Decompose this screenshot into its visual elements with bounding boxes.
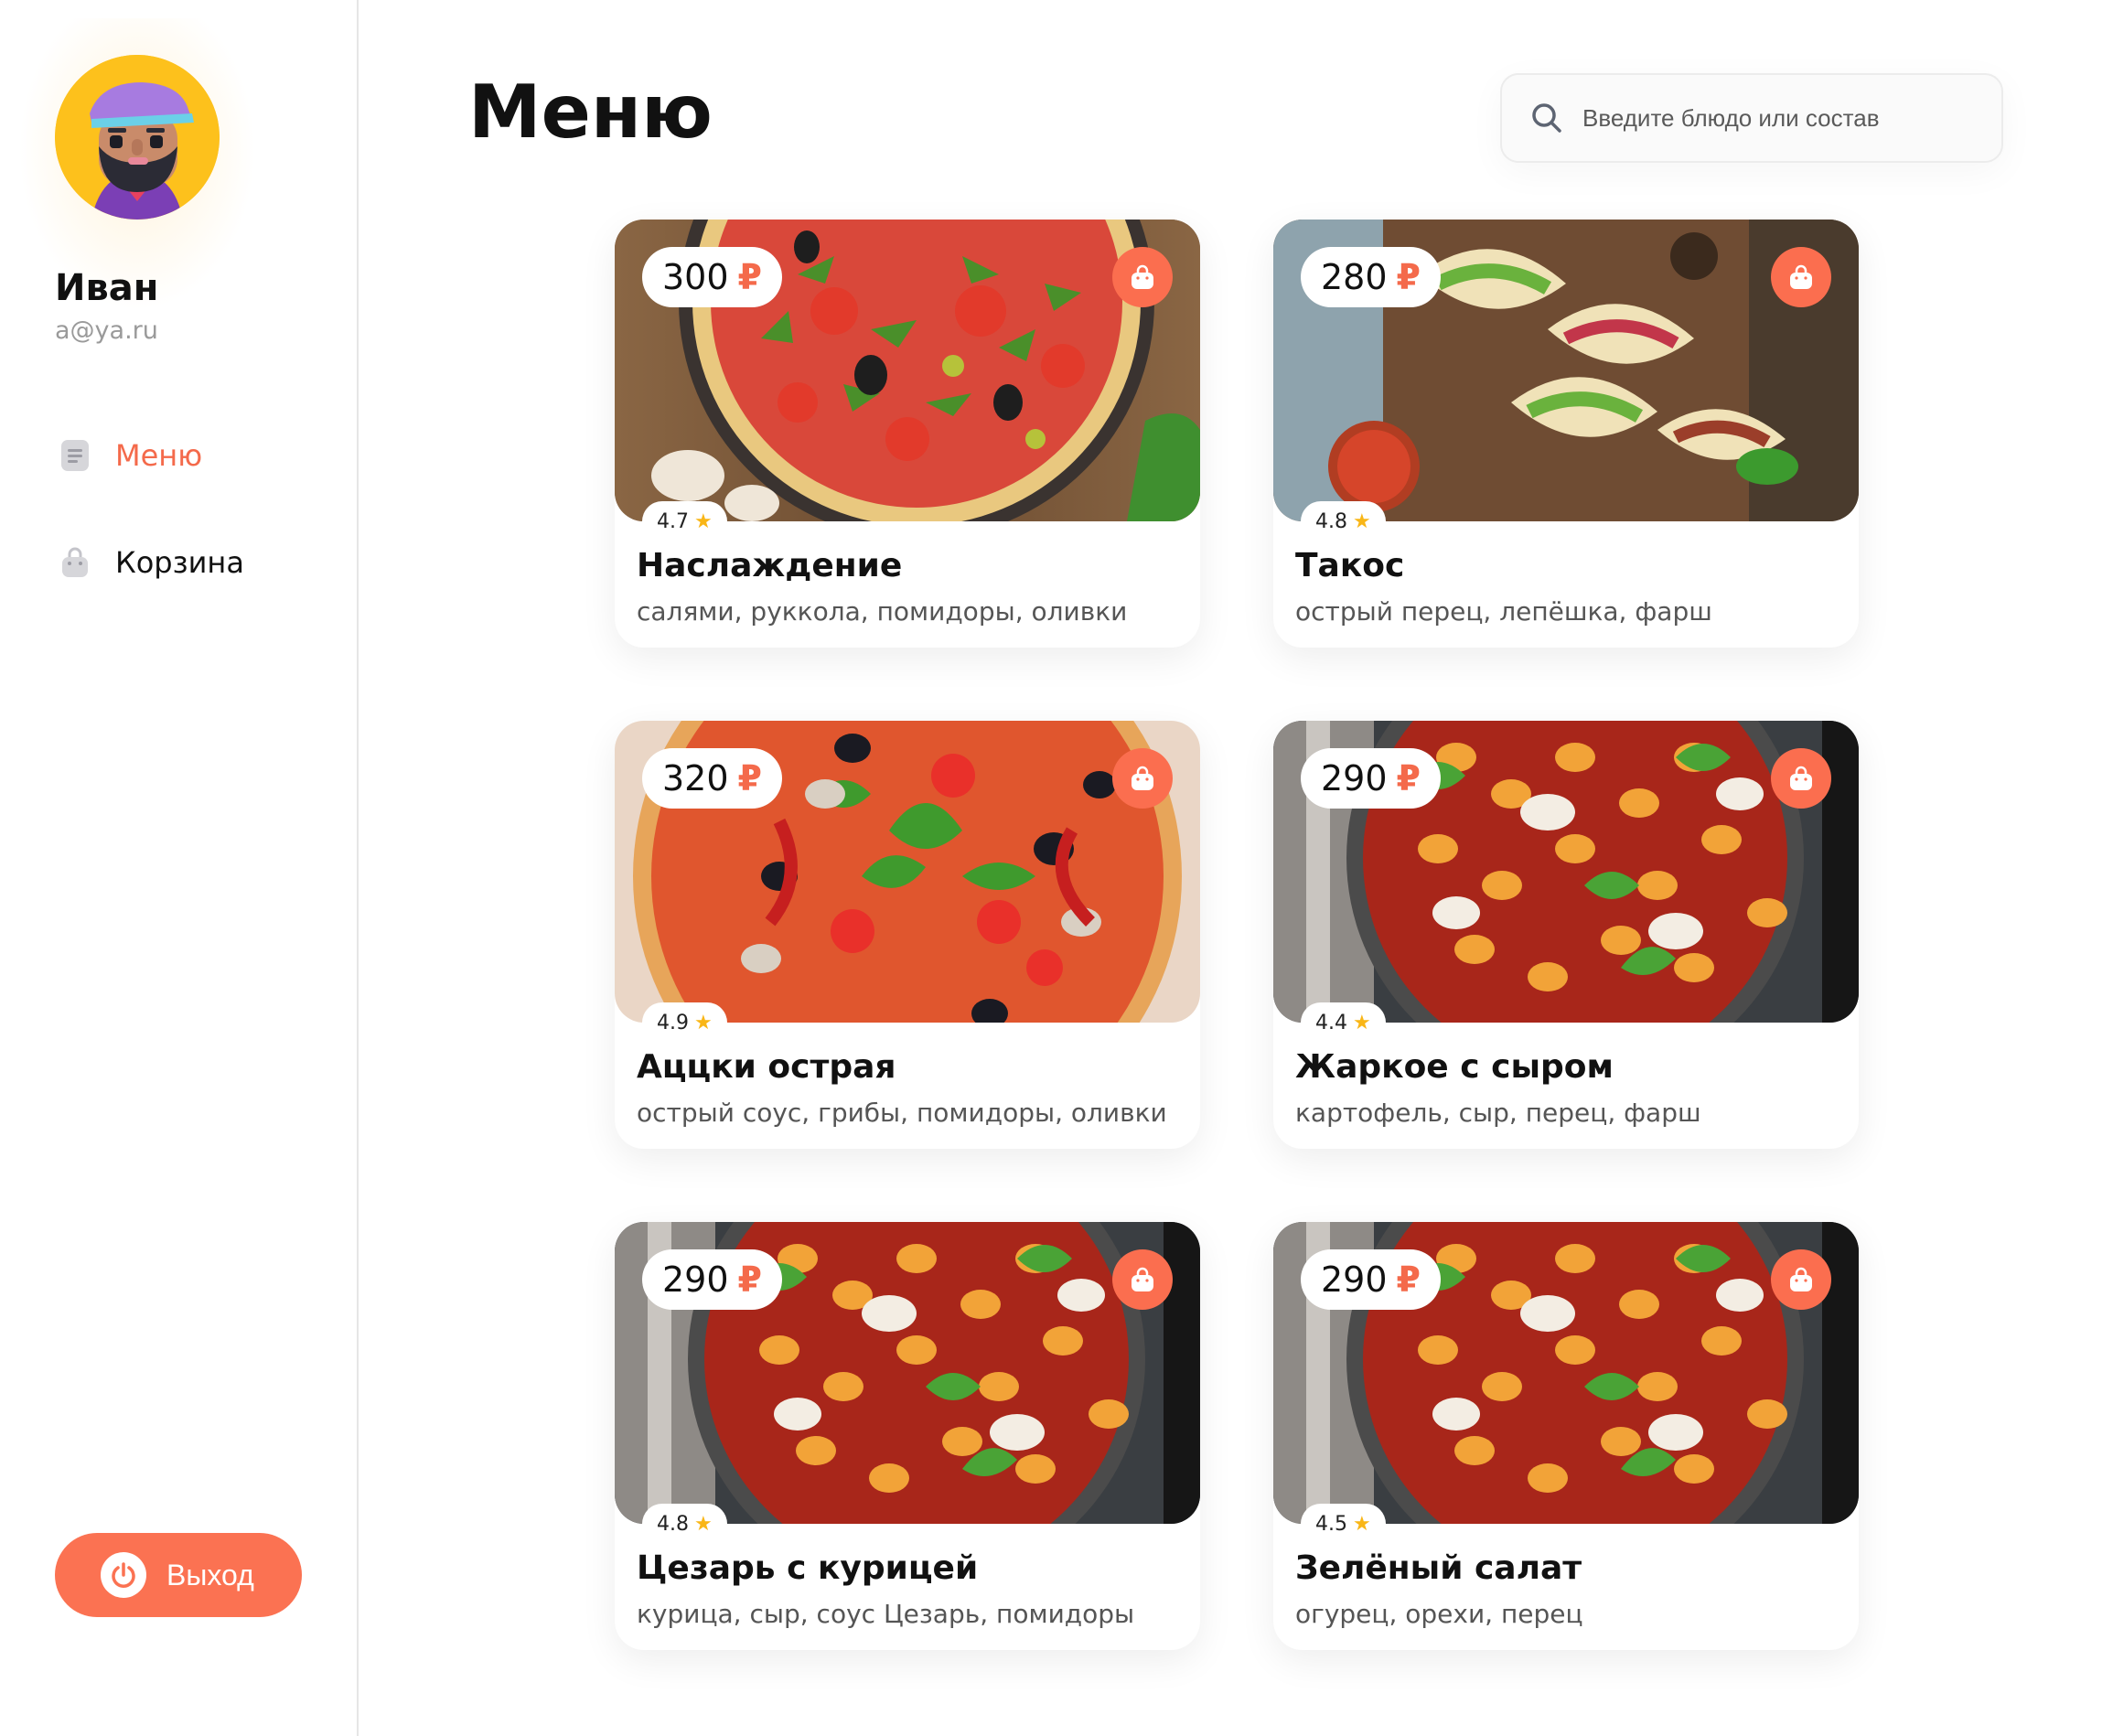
price-badge: 290 ₽	[1301, 748, 1441, 809]
rating-value: 4.8	[1315, 509, 1347, 533]
rating-badge: 4.4 ★	[1301, 1002, 1386, 1043]
menu-document-icon	[57, 437, 93, 474]
product-card[interactable]: 280 ₽ 4.8 ★ Такос острый перец, лепёшка, ф…	[1273, 220, 1859, 648]
product-description: салями, руккола, помидоры, оливки	[637, 596, 1128, 627]
logout-button[interactable]: Выход	[55, 1533, 302, 1617]
price-value: 300	[662, 257, 729, 297]
rating-value: 4.7	[657, 509, 689, 533]
sidebar-item-menu[interactable]: Меню	[57, 433, 202, 478]
star-icon: ★	[1353, 1512, 1371, 1536]
user-email: a@ya.ru	[55, 316, 158, 345]
star-icon: ★	[694, 509, 713, 533]
product-card[interactable]: 290 ₽ 4.5 ★ Зелёный салат огурец, орехи, п…	[1273, 1222, 1859, 1650]
add-to-cart-button[interactable]	[1771, 1249, 1831, 1310]
price-value: 280	[1321, 257, 1388, 297]
rating-value: 4.9	[657, 1011, 689, 1034]
product-description: острый перец, лепёшка, фарш	[1295, 596, 1712, 627]
product-description: картофель, сыр, перец, фарш	[1295, 1098, 1701, 1128]
search-input[interactable]	[1582, 103, 1985, 133]
shopping-bag-icon	[1790, 264, 1812, 289]
product-title: Аццки острая	[637, 1048, 896, 1086]
shopping-bag-icon	[1132, 766, 1153, 790]
ruble-sign: ₽	[1396, 257, 1421, 297]
rating-badge: 4.8 ★	[642, 1504, 727, 1544]
product-card[interactable]: 320 ₽ 4.9 ★ Аццки острая острый соус, гриб…	[615, 721, 1200, 1149]
search-box	[1500, 73, 2003, 163]
price-badge: 280 ₽	[1301, 247, 1441, 307]
add-to-cart-button[interactable]	[1112, 1249, 1173, 1310]
add-to-cart-button[interactable]	[1112, 247, 1173, 307]
product-description: огурец, орехи, перец	[1295, 1599, 1583, 1629]
logout-label: Выход	[166, 1558, 254, 1591]
search-icon	[1529, 101, 1564, 135]
rating-value: 4.8	[657, 1512, 689, 1536]
power-icon	[101, 1552, 146, 1598]
price-badge: 300 ₽	[642, 247, 782, 307]
product-title: Такос	[1295, 547, 1405, 584]
add-to-cart-button[interactable]	[1112, 748, 1173, 809]
star-icon: ★	[1353, 1011, 1371, 1034]
product-title: Цезарь с курицей	[637, 1549, 979, 1587]
product-description: курица, сыр, соус Цезарь, помидоры	[637, 1599, 1135, 1629]
rating-value: 4.4	[1315, 1011, 1347, 1034]
star-icon: ★	[694, 1011, 713, 1034]
sidebar-item-label: Корзина	[115, 545, 244, 580]
ruble-sign: ₽	[737, 257, 762, 297]
star-icon: ★	[1353, 509, 1371, 533]
rating-value: 4.5	[1315, 1512, 1347, 1536]
product-card[interactable]: 290 ₽ 4.4 ★ Жаркое с сыром картофель, сыр,…	[1273, 721, 1859, 1149]
product-title: Зелёный салат	[1295, 1549, 1582, 1587]
price-badge: 290 ₽	[1301, 1249, 1441, 1310]
price-badge: 320 ₽	[642, 748, 782, 809]
ruble-sign: ₽	[737, 758, 762, 798]
shopping-bag-icon	[1132, 264, 1153, 289]
ruble-sign: ₽	[1396, 1259, 1421, 1300]
shopping-bag-icon	[1790, 1267, 1812, 1291]
user-name: Иван	[55, 267, 159, 309]
shopping-bag-icon	[1132, 1267, 1153, 1291]
avatar	[55, 55, 220, 220]
product-description: острый соус, грибы, помидоры, оливки	[637, 1098, 1167, 1128]
sidebar-item-label: Меню	[115, 438, 203, 473]
shopping-bag-icon	[1790, 766, 1812, 790]
page-title: Меню	[468, 70, 713, 155]
rating-badge: 4.8 ★	[1301, 501, 1386, 541]
product-title: Наслаждение	[637, 547, 903, 584]
rating-badge: 4.9 ★	[642, 1002, 727, 1043]
add-to-cart-button[interactable]	[1771, 748, 1831, 809]
product-card[interactable]: 300 ₽ 4.7 ★ Наслаждение салями, руккола, п…	[615, 220, 1200, 648]
add-to-cart-button[interactable]	[1771, 247, 1831, 307]
shopping-bag-icon	[57, 544, 93, 581]
star-icon: ★	[694, 1512, 713, 1536]
rating-badge: 4.7 ★	[642, 501, 727, 541]
sidebar-item-cart[interactable]: Корзина	[57, 540, 244, 585]
ruble-sign: ₽	[1396, 758, 1421, 798]
avatar-illustration	[55, 55, 220, 220]
price-value: 320	[662, 758, 729, 798]
product-title: Жаркое с сыром	[1295, 1048, 1614, 1086]
rating-badge: 4.5 ★	[1301, 1504, 1386, 1544]
price-value: 290	[1321, 1259, 1388, 1300]
price-badge: 290 ₽	[642, 1249, 782, 1310]
product-card[interactable]: 290 ₽ 4.8 ★ Цезарь с курицей курица, сыр, …	[615, 1222, 1200, 1650]
price-value: 290	[662, 1259, 729, 1300]
price-value: 290	[1321, 758, 1388, 798]
sidebar: Иван a@ya.ru Меню Корзина Выход	[0, 0, 359, 1736]
ruble-sign: ₽	[737, 1259, 762, 1300]
